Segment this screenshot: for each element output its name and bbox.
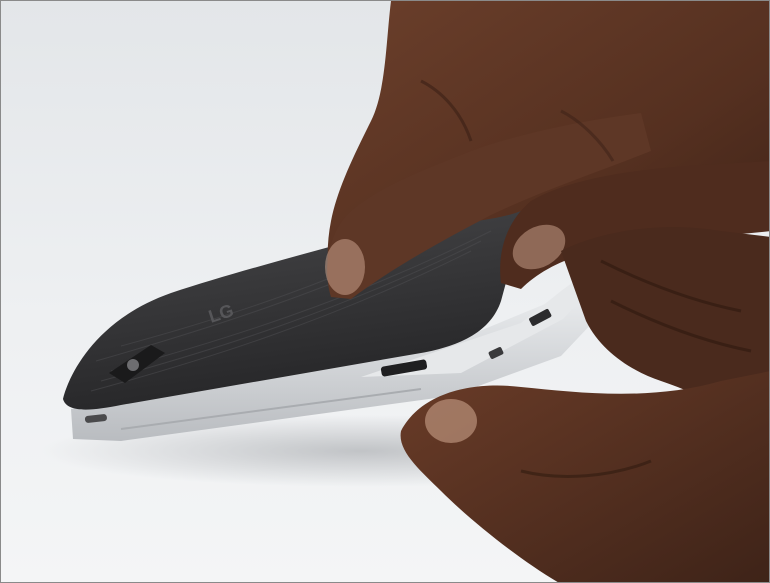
index-fingernail xyxy=(325,239,365,295)
thumbnail xyxy=(425,399,477,443)
camera-lens xyxy=(127,359,139,371)
photo-scene: LG xyxy=(1,1,769,582)
photo-frame: LG xyxy=(0,0,770,583)
